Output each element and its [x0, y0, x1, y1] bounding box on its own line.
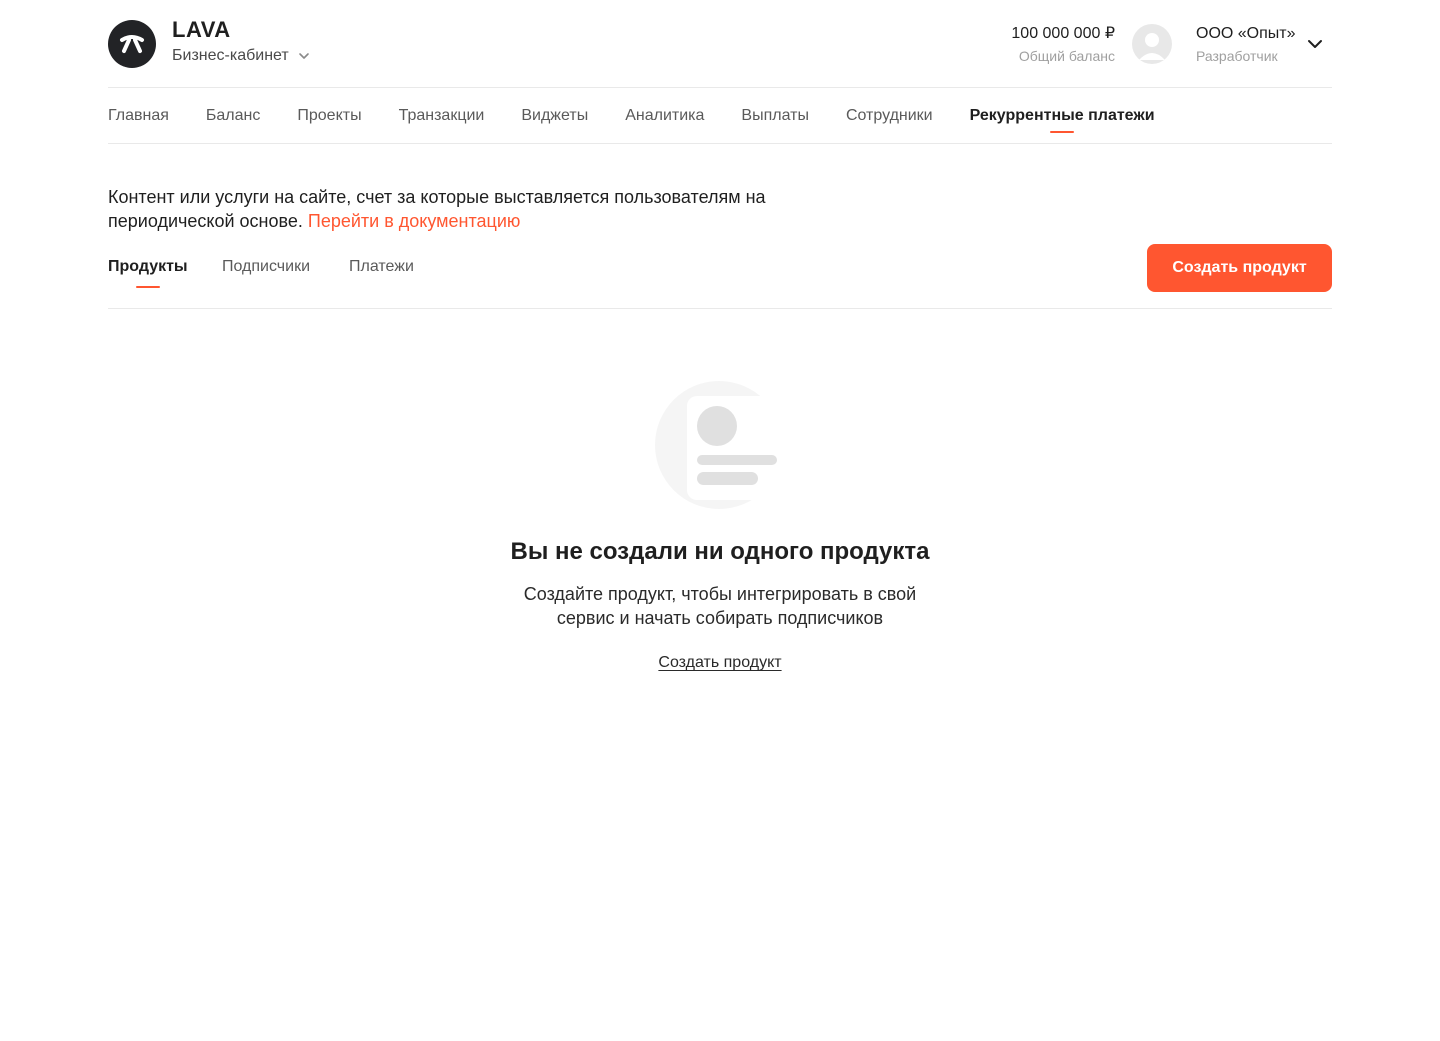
page-description: Контент или услуги на сайте, счет за кот… [108, 185, 808, 233]
nav-item-payouts[interactable]: Выплаты [741, 88, 809, 144]
empty-state-title: Вы не создали ни одного продукта [510, 538, 930, 565]
empty-document-icon [655, 380, 795, 510]
company-info[interactable]: ООО «Опыт» Разработчик [1196, 24, 1296, 66]
documentation-link[interactable]: Перейти в документацию [308, 211, 521, 231]
nav-item-analytics[interactable]: Аналитика [625, 88, 704, 144]
empty-state: Вы не создали ни одного продукта Создайт… [0, 380, 1440, 672]
header: LAVA Бизнес-кабинет 100 000 000 ₽ Общий … [108, 0, 1332, 88]
nav-item-employees[interactable]: Сотрудники [846, 88, 933, 144]
tab-products[interactable]: Продукты [108, 258, 188, 288]
chevron-down-icon [297, 49, 311, 63]
subtabs-bar: Продукты Подписчики Платежи Создать прод… [108, 244, 1332, 309]
chevron-down-icon[interactable] [1306, 35, 1324, 53]
create-product-link[interactable]: Создать продукт [658, 654, 781, 672]
tab-payments[interactable]: Платежи [349, 258, 414, 276]
avatar[interactable] [1132, 24, 1172, 64]
cabinet-label: Бизнес-кабинет [172, 47, 289, 64]
brand-name: LAVA [172, 17, 231, 42]
nav-item-recurring-payments[interactable]: Рекуррентные платежи [970, 88, 1155, 144]
cabinet-switcher[interactable]: Бизнес-кабинет [172, 47, 311, 65]
lava-logo-icon[interactable] [108, 20, 156, 68]
nav-item-home[interactable]: Главная [108, 88, 169, 144]
balance-amount: 100 000 000 ₽ [1011, 25, 1115, 42]
balance-label: Общий баланс [1018, 48, 1115, 64]
nav-item-transactions[interactable]: Транзакции [399, 88, 485, 144]
empty-state-text: Создайте продукт, чтобы интегрировать в … [523, 584, 917, 628]
user-icon [1139, 33, 1165, 60]
main-nav: Главная Баланс Проекты Транзакции Виджет… [108, 88, 1332, 144]
create-product-button[interactable]: Создать продукт [1147, 244, 1332, 292]
company-role: Разработчик [1196, 48, 1278, 64]
nav-item-widgets[interactable]: Виджеты [521, 88, 588, 144]
company-name: ООО «Опыт» [1196, 25, 1296, 42]
tab-subscribers[interactable]: Подписчики [222, 258, 310, 276]
balance-summary: 100 000 000 ₽ Общий баланс [1011, 24, 1115, 66]
nav-item-balance[interactable]: Баланс [206, 88, 260, 144]
nav-item-projects[interactable]: Проекты [297, 88, 361, 144]
